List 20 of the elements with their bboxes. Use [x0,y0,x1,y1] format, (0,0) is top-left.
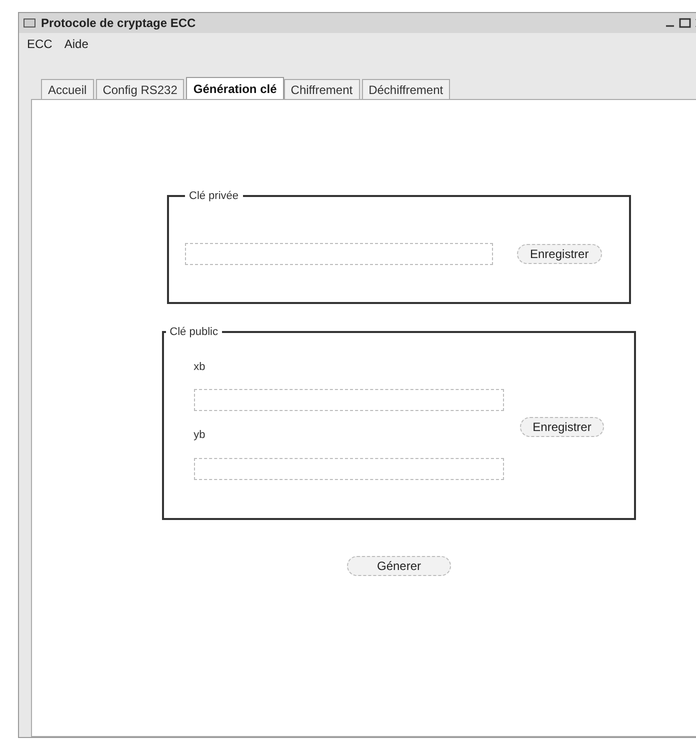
text-field[interactable] [194,389,504,411]
text-field[interactable] [185,242,493,264]
menu-item[interactable]: ECC [27,35,52,53]
text-field[interactable] [194,458,504,480]
save-button[interactable]: Enregistrer [520,417,604,437]
app-icon [23,17,37,29]
save-button[interactable]: Enregistrer [517,244,602,264]
tab[interactable]: Config RS232 [96,79,184,99]
generate-button[interactable]: Génerer [347,556,451,576]
tab[interactable]: Déchiffrement [362,79,450,99]
window-title: Protocole de cryptage ECC [41,15,196,32]
tab[interactable]: Accueil [41,79,94,99]
group-title: Clé public [168,325,219,340]
field-label: xb [194,360,206,374]
menu-item[interactable]: Aide [64,35,88,53]
field-label: yb [194,428,206,443]
group-title: Clé privée [188,189,240,204]
maximize-icon[interactable] [679,18,691,28]
tab[interactable]: Génération clé [186,77,284,99]
tab[interactable]: Chiffrement [284,79,360,99]
